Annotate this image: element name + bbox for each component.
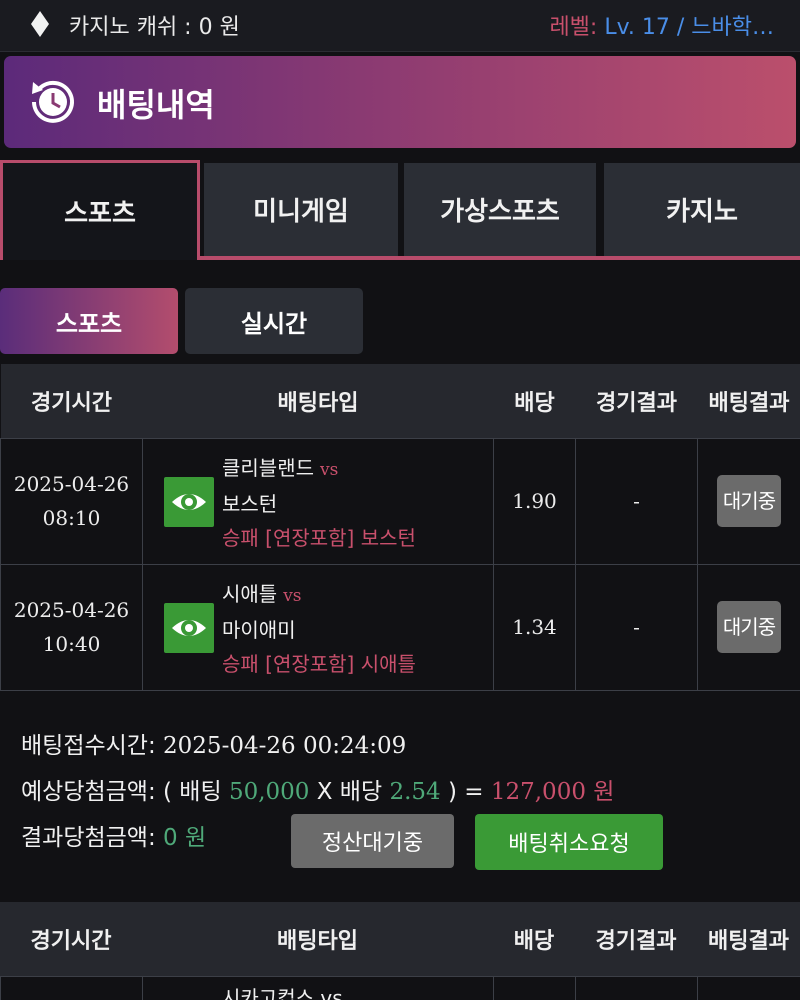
bet-type-cell: 시애틀 vs 마이애미 승패 [연장포함] 시애틀: [142, 563, 494, 691]
header-bet-result: 배팅결과: [697, 364, 800, 438]
cell-divider: [493, 976, 575, 1000]
header-bet-type: 배팅타입: [142, 364, 494, 438]
result-value: 0 원: [163, 825, 207, 851]
cell-divider: [575, 976, 697, 1000]
table-header-row: 경기시간 배팅타입 배당 경기결과 배팅결과: [0, 364, 800, 438]
main-tabs: 스포츠 미니게임 가상스포츠 카지노: [0, 160, 800, 260]
header-bet-result: 배팅결과: [697, 902, 800, 976]
tabs-underline: [198, 256, 800, 260]
stake-amount: 50,000: [228, 779, 310, 805]
equals-label: ) =: [440, 779, 491, 805]
match-time: 08:10: [42, 506, 101, 530]
match-info: 시애틀 vs 마이애미 승패 [연장포함] 시애틀: [222, 577, 416, 681]
tab-virtual-sports[interactable]: 가상스포츠: [404, 163, 596, 256]
match-info: 클리블랜드 vs 보스턴 승패 [연장포함] 보스턴: [222, 451, 416, 555]
header-match-result: 경기결과: [575, 364, 698, 438]
match-date: 2025-04-26: [13, 598, 130, 622]
table-row-partial: 시카고컵스 vs: [0, 976, 800, 1000]
expected-label: 예상당첨금액: ( 배팅: [21, 779, 229, 805]
times-odds-label: X 배당: [309, 779, 390, 805]
eye-icon: [172, 493, 206, 510]
header-bet-type: 배팅타입: [142, 902, 493, 976]
tab-label: 미니게임: [253, 197, 349, 227]
bet-result-cell: 대기중: [697, 437, 800, 565]
bet-type-cell: 클리블랜드 vs 보스턴 승패 [연장포함] 보스턴: [142, 437, 494, 565]
tab-label: 가상스포츠: [440, 197, 560, 227]
vs-label: vs: [283, 585, 302, 606]
match-date: 2025-04-26: [13, 472, 130, 496]
level-prefix: 레벨:: [549, 15, 605, 40]
match-time: 10:40: [42, 632, 101, 656]
page-header-banner: 배팅내역: [4, 56, 796, 148]
bet-table-2: 경기시간 배팅타입 배당 경기결과 배팅결과: [0, 902, 800, 976]
expected-payout-line: 예상당첨금액: ( 배팅 50,000 X 배당 2.54 ) = 127,00…: [21, 772, 614, 818]
bet-table: 경기시간 배팅타입 배당 경기결과 배팅결과 2025-04-26 08:10 …: [0, 364, 800, 691]
match-time-cell: 2025-04-26 08:10: [0, 437, 143, 565]
odds-value: 1.90: [493, 437, 576, 565]
cell-divider: [0, 976, 142, 1000]
cancel-bet-button[interactable]: 배팅취소요청: [475, 814, 663, 870]
top-bar: 카지노 캐쉬 : 0 원 레벨: Lv. 17 / 느바학…: [0, 0, 800, 52]
view-details-button[interactable]: [164, 476, 214, 527]
total-odds: 2.54: [389, 779, 441, 805]
bet-pick: 승패 [연장포함] 시애틀: [222, 651, 416, 676]
home-team: 시애틀: [222, 581, 278, 606]
bet-time-line: 배팅접수시간: 2025-04-26 00:24:09: [21, 726, 614, 772]
away-team: 마이애미: [222, 617, 296, 642]
bet-time-label: 배팅접수시간:: [21, 733, 164, 759]
result-label: 결과당첨금액:: [21, 825, 164, 851]
home-team: 시카고컵스 vs: [222, 986, 343, 1000]
tab-casino[interactable]: 카지노: [604, 163, 800, 256]
subtab-live[interactable]: 실시간: [185, 288, 363, 354]
away-team: 보스턴: [222, 491, 278, 516]
page-title: 배팅내역: [97, 86, 215, 124]
table-row: 2025-04-26 10:40 시애틀 vs 마이애미 승패 [연장포함] 시애…: [0, 563, 800, 691]
subtab-sports[interactable]: 스포츠: [0, 288, 178, 354]
match-time-cell: 2025-04-26 10:40: [0, 563, 143, 691]
user-level[interactable]: 레벨: Lv. 17 / 느바학…: [549, 9, 774, 41]
tab-sports[interactable]: 스포츠: [0, 160, 200, 260]
header-odds: 배당: [493, 364, 576, 438]
tab-label: 카지노: [666, 197, 738, 227]
level-value: Lv. 17 / 느바학…: [604, 15, 774, 40]
match-result: -: [575, 563, 698, 691]
bet-time-value: 2025-04-26 00:24:09: [163, 733, 407, 759]
diamond-icon: [31, 11, 49, 37]
home-team: 클리블랜드: [222, 455, 314, 480]
header-match-time: 경기시간: [0, 902, 142, 976]
view-details-button[interactable]: [164, 602, 214, 653]
casino-cash-label: 카지노 캐쉬 : 0 원: [69, 15, 240, 40]
vs-label: vs: [320, 459, 339, 480]
tab-minigame[interactable]: 미니게임: [204, 163, 398, 256]
bet-pick: 승패 [연장포함] 보스턴: [222, 525, 416, 550]
cell-divider: [697, 976, 800, 1000]
bet-result-cell: 대기중: [697, 563, 800, 691]
odds-value: 1.34: [493, 563, 576, 691]
history-clock-icon: [32, 80, 74, 123]
header-match-result: 경기결과: [575, 902, 697, 976]
header-odds: 배당: [493, 902, 575, 976]
table-header-row: 경기시간 배팅타입 배당 경기결과 배팅결과: [0, 902, 800, 976]
settlement-pending-button[interactable]: 정산대기중: [291, 814, 454, 868]
tab-label: 스포츠: [64, 199, 136, 229]
header-match-time: 경기시간: [0, 364, 143, 438]
pending-status-button[interactable]: 대기중: [717, 601, 781, 653]
eye-icon: [172, 619, 206, 636]
match-result: -: [575, 437, 698, 565]
table-row: 2025-04-26 08:10 클리블랜드 vs 보스턴 승패 [연장포함] 보…: [0, 437, 800, 565]
expected-payout: 127,000 원: [490, 779, 615, 805]
pending-status-button[interactable]: 대기중: [717, 475, 781, 527]
